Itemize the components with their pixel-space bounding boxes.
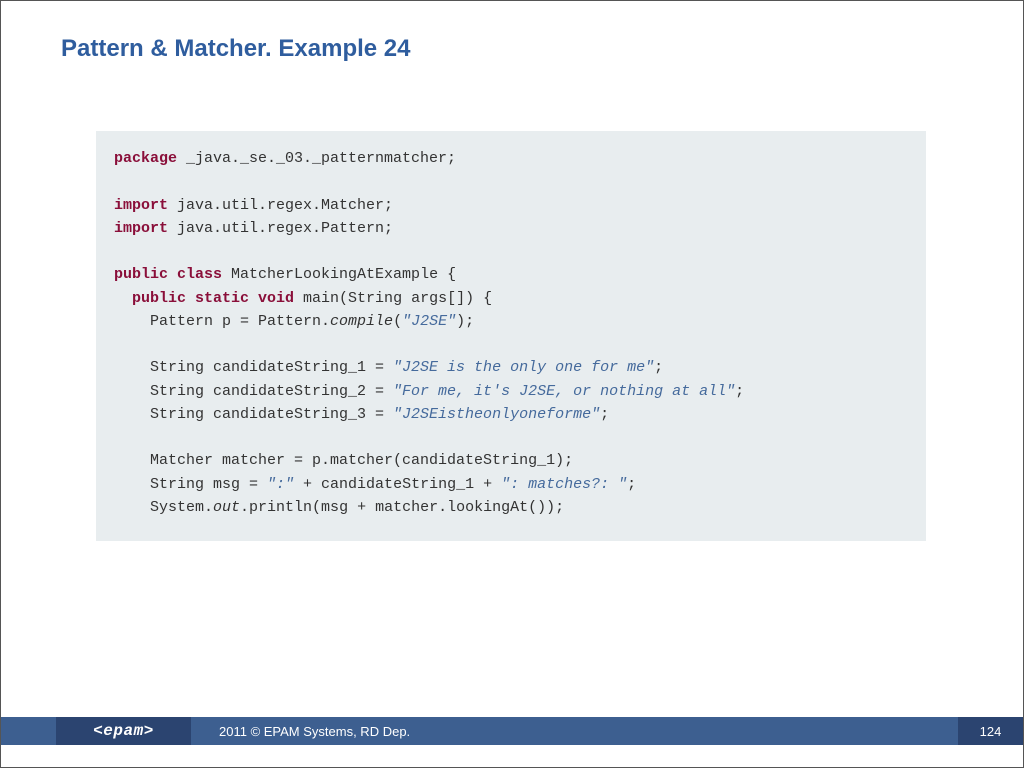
code-text: java.util.regex.Matcher; — [168, 197, 393, 214]
str: "For me, it's J2SE, or nothing at all" — [393, 383, 735, 400]
epam-logo: <epam> — [56, 717, 191, 745]
code-text: System. — [114, 499, 213, 516]
kw-import: import — [114, 220, 168, 237]
code-text: String candidateString_2 = — [114, 383, 393, 400]
str: "J2SE" — [402, 313, 456, 330]
em-out: out — [213, 499, 240, 516]
code-text: MatcherLookingAtExample { — [222, 266, 456, 283]
em-compile: compile — [330, 313, 393, 330]
code-text: Matcher matcher = p.matcher(candidateStr… — [114, 452, 573, 469]
code-text: ( — [393, 313, 402, 330]
code-text: ); — [456, 313, 474, 330]
code-text: String candidateString_3 = — [114, 406, 393, 423]
code-text: ; — [627, 476, 636, 493]
code-text: ; — [735, 383, 744, 400]
footer-bar: <epam> 2011 © EPAM Systems, RD Dep. 124 — [1, 717, 1023, 745]
code-text: _java._se._03._patternmatcher; — [177, 150, 456, 167]
code-text: java.util.regex.Pattern; — [168, 220, 393, 237]
kw-main: public static void — [132, 290, 294, 307]
code-pad — [114, 290, 132, 307]
code-text: String candidateString_1 = — [114, 359, 393, 376]
code-text: String msg = — [114, 476, 267, 493]
str: ": matches?: " — [501, 476, 627, 493]
code-text: ; — [654, 359, 663, 376]
str: "J2SE is the only one for me" — [393, 359, 654, 376]
code-block: package _java._se._03._patternmatcher; i… — [96, 131, 926, 541]
code-text: + candidateString_1 + — [294, 476, 501, 493]
kw-import: import — [114, 197, 168, 214]
code-text: .println(msg + matcher.lookingAt()); — [240, 499, 564, 516]
code-text: ; — [600, 406, 609, 423]
kw-package: package — [114, 150, 177, 167]
page-number: 124 — [958, 717, 1023, 745]
kw-class: public class — [114, 266, 222, 283]
slide-title: Pattern & Matcher. Example 24 — [61, 35, 410, 63]
code-text: Pattern p = Pattern. — [114, 313, 330, 330]
str: ":" — [267, 476, 294, 493]
slide: Pattern & Matcher. Example 24 package _j… — [0, 0, 1024, 768]
str: "J2SEistheonlyoneforme" — [393, 406, 600, 423]
code-text: main(String args[]) { — [294, 290, 492, 307]
copyright-text: 2011 © EPAM Systems, RD Dep. — [191, 717, 958, 745]
